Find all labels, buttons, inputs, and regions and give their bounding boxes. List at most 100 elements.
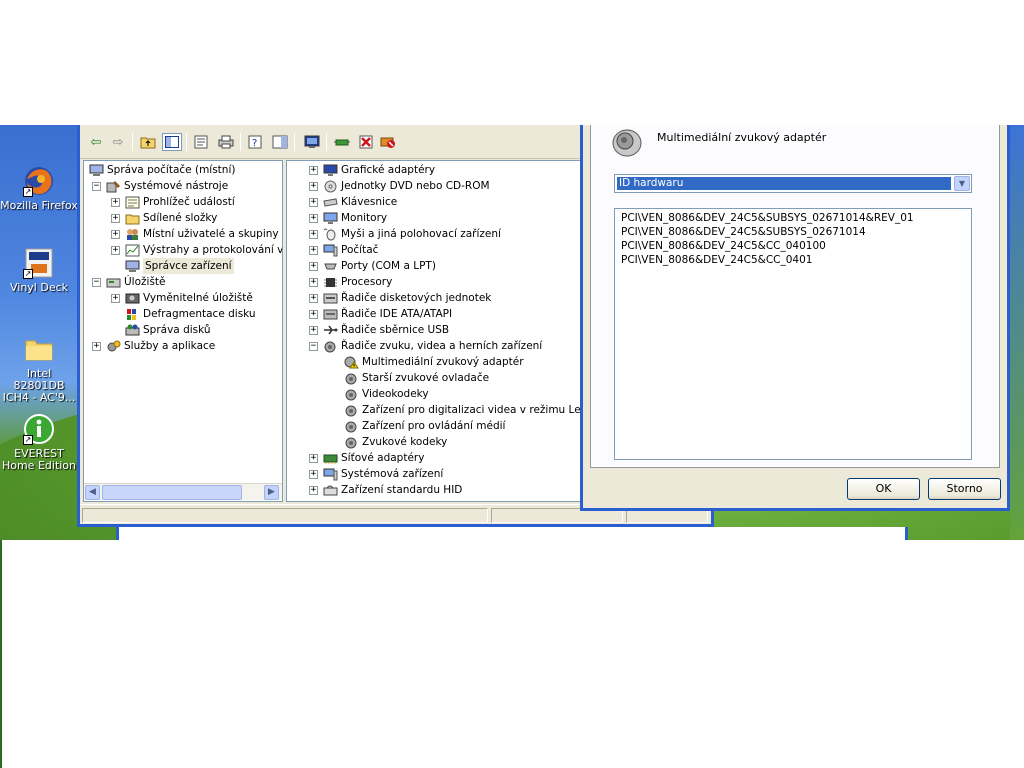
expand-toggle[interactable]: + [309,453,318,463]
device-category[interactable]: + Zařízení standardu HID [309,482,462,498]
expand-toggle[interactable]: + [309,229,318,239]
help-button[interactable]: ? [246,133,266,151]
ide-controller-icon [322,307,338,321]
dvd-drive-icon [322,179,338,193]
tree-item[interactable]: − Úložiště [92,274,166,290]
tree-item-label: Prohlížeč událostí [143,196,235,208]
cancel-button[interactable]: Storno [928,478,1001,500]
device-category[interactable]: + Klávesnice [309,194,397,210]
property-dropdown[interactable]: ID hardwaru ▼ [614,174,972,193]
chevron-down-icon[interactable]: ▼ [954,176,970,191]
expand-toggle[interactable]: + [309,325,318,335]
back-button[interactable]: ⇦ [86,133,106,151]
list-item[interactable]: PCI\VEN_8086&DEV_24C5&SUBSYS_02671014 [621,225,965,239]
device-category[interactable]: + Porty (COM a LPT) [309,258,436,274]
device-item[interactable]: Starší zvukové ovladače [343,370,489,386]
properties-button[interactable] [192,133,212,151]
property-values-list[interactable]: PCI\VEN_8086&DEV_24C5&SUBSYS_02671014&RE… [614,208,972,460]
expand-toggle[interactable]: + [309,197,318,207]
show-hide-tree-button[interactable] [162,133,182,151]
collapse-toggle[interactable]: − [309,341,318,351]
tree-item[interactable]: Defragmentace disku [124,306,256,322]
scroll-right-arrow-icon[interactable]: ▶ [264,485,279,500]
device-category[interactable]: + Síťové adaptéry [309,450,424,466]
device-category[interactable]: + Jednotky DVD nebo CD-ROM [309,178,490,194]
scan-hardware-button[interactable] [302,133,322,151]
expand-toggle[interactable]: + [309,245,318,255]
expand-toggle[interactable]: + [111,229,120,239]
device-category[interactable]: + Myši a jiná polohovací zařízení [309,226,501,242]
collapse-toggle[interactable]: − [92,277,101,287]
desktop-icon-vinyl-deck[interactable]: ↗ Vinyl Deck [0,247,78,294]
ok-button[interactable]: OK [847,478,920,500]
expand-toggle[interactable]: + [309,469,318,479]
tree-item[interactable]: Správa disků [124,322,211,338]
expand-toggle[interactable]: + [309,309,318,319]
device-category-label: Systémová zařízení [341,468,444,480]
device-category-label: Myši a jiná polohovací zařízení [341,228,501,240]
shortcut-arrow-icon: ↗ [23,435,33,445]
tree-item[interactable]: Správa počítače (místní) [88,162,235,178]
tree-item-device-manager[interactable]: Správce zařízení [124,258,234,274]
tree-item[interactable]: − Systémové nástroje [92,178,228,194]
show-hide-action-pane-button[interactable] [270,133,290,151]
expand-toggle[interactable]: + [111,293,120,303]
update-driver-button[interactable] [332,133,352,151]
device-category[interactable]: + Procesory [309,274,392,290]
expand-toggle[interactable]: + [309,293,318,303]
floppy-controller-icon [322,291,338,305]
tree-item[interactable]: + Vyměnitelné úložiště [111,290,253,306]
device-category[interactable]: + Monitory [309,210,387,226]
device-category[interactable]: + Systémová zařízení [309,466,443,482]
tree-item[interactable]: + Výstrahy a protokolování výkonu [111,242,282,258]
device-category[interactable]: + Počítač [309,242,378,258]
device-category[interactable]: + Řadiče disketových jednotek [309,290,491,306]
expand-toggle[interactable]: + [309,485,318,495]
tree-item[interactable]: + Sdílené složky [111,210,217,226]
expand-toggle[interactable]: + [309,277,318,287]
device-category[interactable]: + Řadiče IDE ATA/ATAPI [309,306,452,322]
expand-toggle[interactable]: + [309,261,318,271]
tree-item-label: Sdílené složky [143,212,218,224]
expand-toggle[interactable]: + [111,245,120,255]
expand-toggle[interactable]: + [111,197,120,207]
desktop-icon-everest[interactable]: ↗ EVEREST Home Edition [0,413,78,472]
expand-toggle[interactable]: + [111,213,120,223]
speaker-icon [343,387,359,401]
horizontal-scrollbar[interactable]: ◀ ▶ [84,483,282,500]
desktop-icon-label: Intel 82801DB ICH4 - AC'9... [2,367,76,404]
list-item[interactable]: PCI\VEN_8086&DEV_24C5&SUBSYS_02671014&RE… [621,211,965,225]
up-one-level-button[interactable] [138,133,158,151]
tree-item-label: Správce zařízení [143,258,234,274]
tree-item[interactable]: + Služby a aplikace [92,338,215,354]
expand-toggle[interactable]: + [92,341,101,351]
device-item[interactable]: Videokodeky [343,386,429,402]
scrollbar-thumb[interactable] [102,485,242,500]
collapse-toggle[interactable]: − [92,181,101,191]
print-button[interactable] [216,133,236,151]
scroll-left-arrow-icon[interactable]: ◀ [85,485,100,500]
device-item[interactable]: Zvukové kodeky [343,434,447,450]
device-item[interactable]: Zařízení pro digitalizaci videa v režimu… [343,402,606,418]
device-item[interactable]: Zařízení pro ovládání médií [343,418,505,434]
expand-toggle[interactable]: + [309,165,318,175]
expand-toggle[interactable]: + [309,181,318,191]
device-category[interactable]: + Grafické adaptéry [309,162,435,178]
tree-item-label: Defragmentace disku [143,308,256,320]
desktop-icon-firefox[interactable]: ↗ Mozilla Firefox [0,165,78,212]
uninstall-device-button[interactable] [356,133,376,151]
device-item-selected[interactable]: Multimediální zvukový adaptér [343,354,524,370]
tree-item-label: Vyměnitelné úložiště [143,292,253,304]
disable-device-button[interactable] [378,133,398,151]
tree-item[interactable]: + Místní uživatelé a skupiny [111,226,279,242]
firefox-icon: ↗ [23,165,55,197]
tree-item[interactable]: + Prohlížeč událostí [111,194,235,210]
desktop-icon-intel-folder[interactable]: Intel 82801DB ICH4 - AC'9... [0,333,78,404]
device-category-expanded[interactable]: − Řadiče zvuku, videa a herních zařízení [309,338,542,354]
expand-toggle[interactable]: + [309,213,318,223]
tree-item-label: Systémové nástroje [124,180,229,192]
list-item[interactable]: PCI\VEN_8086&DEV_24C5&CC_0401 [621,253,965,267]
device-category[interactable]: + Řadiče sběrnice USB [309,322,449,338]
list-item[interactable]: PCI\VEN_8086&DEV_24C5&CC_040100 [621,239,965,253]
forward-button[interactable]: ⇨ [108,133,128,151]
